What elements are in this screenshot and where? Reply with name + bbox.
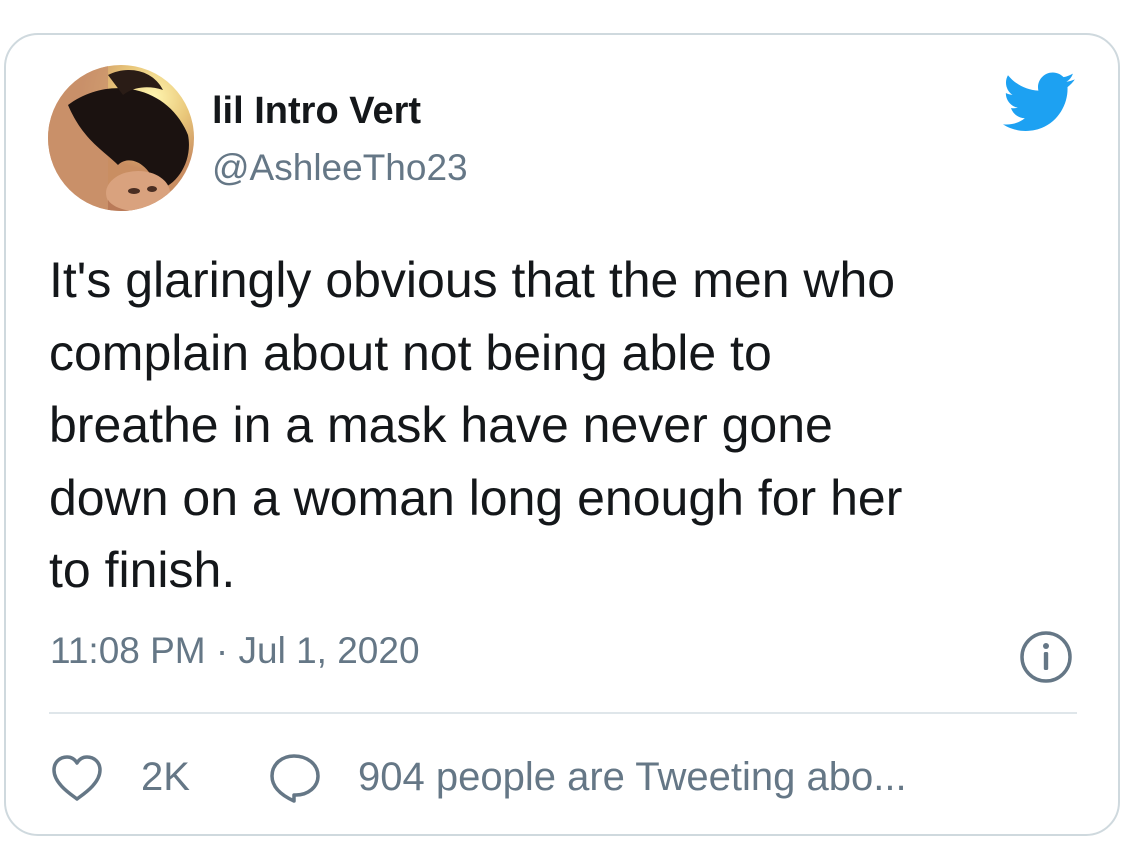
tweet-text-line: It's glaringly obvious that the men who — [49, 252, 896, 308]
tweet-text-line: complain about not being able to — [49, 324, 772, 381]
tweet-text-line: down on a woman long enough for her — [49, 469, 903, 526]
conversation-link[interactable]: 904 people are Tweeting abo... — [358, 755, 907, 800]
heart-glyph — [52, 755, 102, 801]
info-glyph — [1020, 631, 1072, 683]
twitter-bird-icon[interactable] — [1000, 70, 1076, 132]
info-icon[interactable] — [1019, 630, 1073, 684]
tweet-text-line: breathe in a mask have never gone — [49, 397, 833, 453]
tweet-text-line: to finish. — [49, 542, 236, 598]
twitter-bird-glyph — [1002, 72, 1075, 131]
speech-bubble-glyph — [270, 754, 320, 803]
speech-bubble-icon[interactable] — [268, 752, 322, 804]
avatar-image — [48, 65, 194, 211]
user-avatar[interactable] — [48, 65, 194, 211]
user-handle[interactable]: @AshleeTho23 — [212, 147, 468, 189]
display-name[interactable]: lil Intro Vert — [212, 90, 421, 133]
divider — [49, 712, 1077, 714]
tweet-timestamp[interactable]: 11:08 PM · Jul 1, 2020 — [50, 630, 420, 672]
heart-icon[interactable] — [50, 754, 104, 802]
like-count[interactable]: 2K — [141, 755, 190, 800]
tweet-text: It's glaringly obvious that the men who … — [49, 244, 1059, 607]
